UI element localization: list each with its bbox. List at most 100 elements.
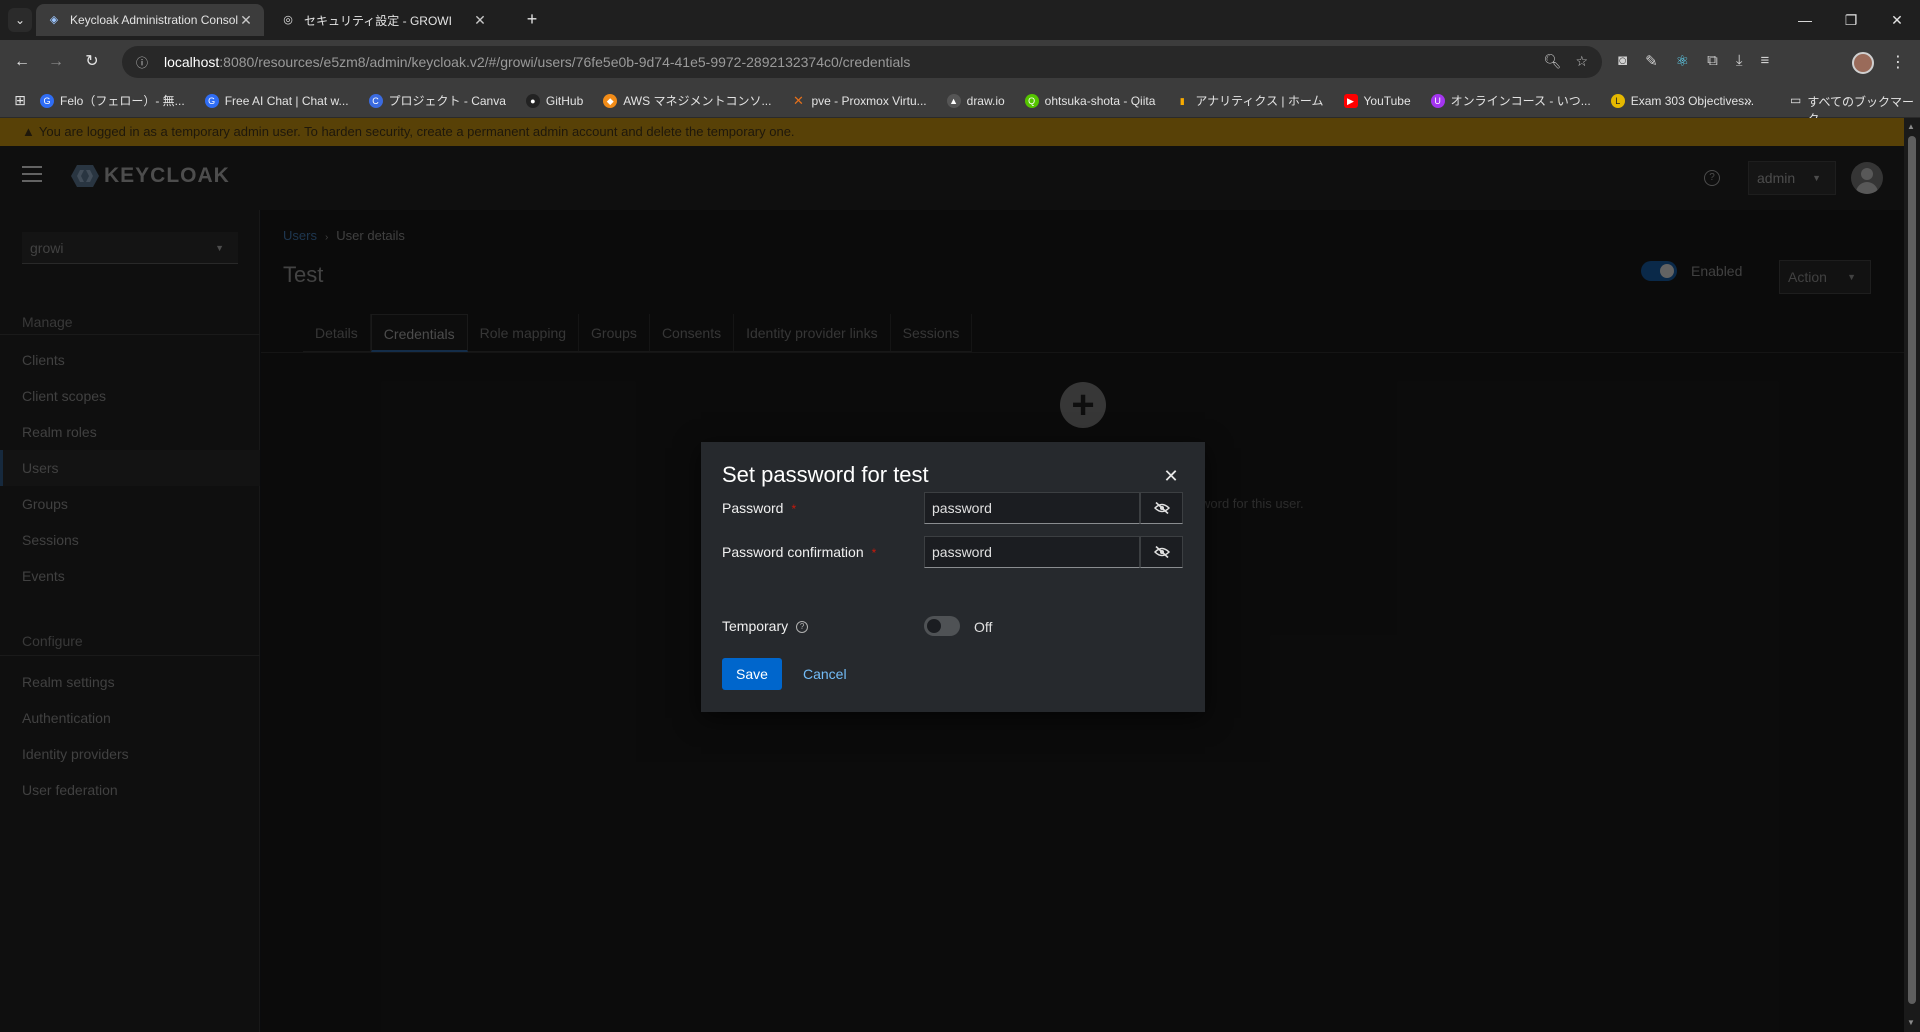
- sidebar: growi ▼ Manage Clients Client scopes Rea…: [0, 210, 260, 1032]
- new-tab-plus-icon[interactable]: +: [520, 8, 544, 32]
- bookmark-favicon-icon: G: [204, 93, 219, 108]
- browser-tab-growi[interactable]: ◎ セキュリティ設定 - GROWI ✕: [270, 4, 498, 36]
- proxmox-favicon-icon: ✕: [793, 92, 804, 108]
- forward-arrow-icon[interactable]: →: [44, 50, 68, 74]
- restore-icon[interactable]: ❐: [1828, 0, 1874, 40]
- cancel-button[interactable]: Cancel: [793, 658, 857, 690]
- tab-credentials[interactable]: Credentials: [370, 314, 468, 352]
- profile-avatar[interactable]: [1852, 52, 1874, 74]
- hamburger-menu-icon[interactable]: [22, 166, 42, 182]
- nav-section-configure: Configure: [22, 633, 83, 649]
- minimize-icon[interactable]: —: [1782, 0, 1828, 40]
- address-bar[interactable]: ⓘ localhost:8080/resources/e5zm8/admin/k…: [122, 46, 1602, 78]
- bookmark-item[interactable]: U オンラインコース - いつ...: [1430, 92, 1591, 109]
- sidebar-item-groups[interactable]: Groups: [0, 486, 260, 522]
- download-icon[interactable]: ⤓: [1736, 52, 1743, 70]
- save-button[interactable]: Save: [722, 658, 782, 690]
- extensions-puzzle-icon[interactable]: ⧉: [1707, 52, 1718, 70]
- enabled-label: Enabled: [1691, 263, 1743, 279]
- reload-icon[interactable]: ↻: [80, 50, 104, 74]
- sidebar-item-clients[interactable]: Clients: [0, 342, 260, 378]
- password-label: Password *: [722, 500, 796, 516]
- window-close-icon[interactable]: ✕: [1874, 0, 1920, 40]
- scroll-down-icon[interactable]: ▼: [1907, 1018, 1915, 1027]
- sidebar-item-sessions[interactable]: Sessions: [0, 522, 260, 558]
- udemy-favicon-icon: U: [1430, 93, 1445, 108]
- warning-triangle-icon: ▲: [22, 124, 35, 139]
- tab-identity-provider-links[interactable]: Identity provider links: [734, 314, 891, 352]
- drawio-favicon-icon: ▲: [946, 93, 961, 108]
- react-extension-icon[interactable]: ⚛: [1676, 52, 1689, 70]
- camera-extension-icon[interactable]: ◙: [1618, 52, 1627, 70]
- tab-role-mapping[interactable]: Role mapping: [467, 314, 580, 352]
- close-icon[interactable]: ✕: [1161, 466, 1181, 486]
- browser-tab-keycloak[interactable]: ◈ Keycloak Administration Console ✕: [36, 4, 264, 36]
- sidebar-item-client-scopes[interactable]: Client scopes: [0, 378, 260, 414]
- page-scrollbar[interactable]: ▲ ▼: [1904, 118, 1920, 1032]
- toggle-confirmation-visibility-button[interactable]: [1140, 536, 1183, 568]
- bookmark-label: AWS マネジメントコンソ...: [623, 94, 772, 108]
- keycloak-hex-icon: [71, 165, 99, 187]
- aws-favicon-icon: ◆: [603, 93, 618, 108]
- back-arrow-icon[interactable]: ←: [10, 50, 34, 74]
- help-icon[interactable]: ?: [1704, 170, 1720, 186]
- user-tabs: Details Credentials Role mapping Groups …: [303, 314, 973, 352]
- sidebar-item-realm-settings[interactable]: Realm settings: [0, 664, 260, 700]
- tab-close-icon[interactable]: ✕: [238, 12, 254, 29]
- keycloak-header: KEYCLOAK ? admin ▼: [0, 146, 1904, 210]
- tab-details[interactable]: Details: [303, 314, 371, 352]
- bookmark-item[interactable]: G Felo（フェロー）- 無...: [40, 92, 185, 109]
- tab-consents[interactable]: Consents: [649, 314, 735, 352]
- breadcrumb-users-link[interactable]: Users: [283, 228, 317, 243]
- url-path: :8080/resources/e5zm8/admin/keycloak.v2/…: [219, 54, 911, 70]
- media-list-icon[interactable]: ≡: [1760, 52, 1769, 70]
- bookmark-item[interactable]: G Free AI Chat | Chat w...: [204, 93, 349, 108]
- bookmark-item[interactable]: ◆ AWS マネジメントコンソ...: [603, 92, 771, 109]
- scroll-up-icon[interactable]: ▲: [1907, 122, 1915, 131]
- bookmark-item[interactable]: ▲ draw.io: [946, 93, 1005, 108]
- bookmark-label: YouTube: [1363, 93, 1411, 108]
- bookmark-item[interactable]: ▮ アナリティクス | ホーム: [1175, 92, 1324, 109]
- pen-extension-icon[interactable]: ✎: [1645, 52, 1658, 70]
- bookmark-favicon-icon: G: [40, 93, 54, 108]
- bookmark-item[interactable]: L Exam 303 Objectives...: [1610, 93, 1754, 108]
- enabled-switch[interactable]: [1641, 261, 1677, 281]
- zoom-icon[interactable]: 🔍︎: [1544, 53, 1562, 70]
- bookmark-label: オンラインコース - いつ...: [1450, 94, 1591, 108]
- keycloak-logo[interactable]: KEYCLOAK: [70, 164, 230, 188]
- site-info-icon[interactable]: ⓘ: [136, 54, 154, 71]
- realm-name: growi: [30, 240, 64, 256]
- banner-text: You are logged in as a temporary admin u…: [38, 124, 795, 139]
- sidebar-item-events[interactable]: Events: [0, 558, 260, 594]
- sidebar-item-realm-roles[interactable]: Realm roles: [0, 414, 260, 450]
- temporary-switch[interactable]: [924, 616, 960, 636]
- apps-grid-icon[interactable]: ⊞: [0, 92, 40, 109]
- realm-selector[interactable]: growi ▼: [22, 232, 238, 264]
- toggle-password-visibility-button[interactable]: [1140, 492, 1183, 524]
- password-label-text: Password: [722, 500, 784, 516]
- tab-sessions[interactable]: Sessions: [890, 314, 973, 352]
- help-question-icon[interactable]: ?: [796, 621, 809, 634]
- bookmark-star-icon[interactable]: ☆: [1575, 53, 1588, 70]
- sidebar-item-users[interactable]: Users: [0, 450, 260, 486]
- bookmark-label: ohtsuka-shota - Qiita: [1044, 93, 1156, 108]
- bookmark-item[interactable]: ▶ YouTube: [1343, 93, 1411, 108]
- bookmark-item[interactable]: ● GitHub: [525, 93, 583, 108]
- sidebar-item-user-federation[interactable]: User federation: [0, 772, 260, 808]
- bookmark-item[interactable]: Qohtsuka-shota - Qiita: [1024, 93, 1156, 108]
- sidebar-item-identity-providers[interactable]: Identity providers: [0, 736, 260, 772]
- tab-search-chevron-icon[interactable]: ⌄: [8, 8, 32, 32]
- scrollbar-thumb[interactable]: [1908, 136, 1916, 1004]
- bookmark-item[interactable]: ✕ pve - Proxmox Virtu...: [791, 92, 927, 108]
- tab-close-icon[interactable]: ✕: [472, 12, 488, 29]
- tab-groups[interactable]: Groups: [579, 314, 650, 352]
- password-input[interactable]: [924, 492, 1140, 524]
- sidebar-item-authentication[interactable]: Authentication: [0, 700, 260, 736]
- user-avatar[interactable]: [1851, 162, 1883, 194]
- bookmark-item[interactable]: C プロジェクト - Canva: [368, 92, 506, 109]
- bookmarks-more-icon[interactable]: »: [1744, 92, 1752, 108]
- action-dropdown[interactable]: Action ▼: [1779, 260, 1871, 294]
- user-menu-dropdown[interactable]: admin ▼: [1748, 161, 1836, 195]
- browser-menu-icon[interactable]: ⋮: [1890, 52, 1906, 72]
- password-confirmation-input[interactable]: [924, 536, 1140, 568]
